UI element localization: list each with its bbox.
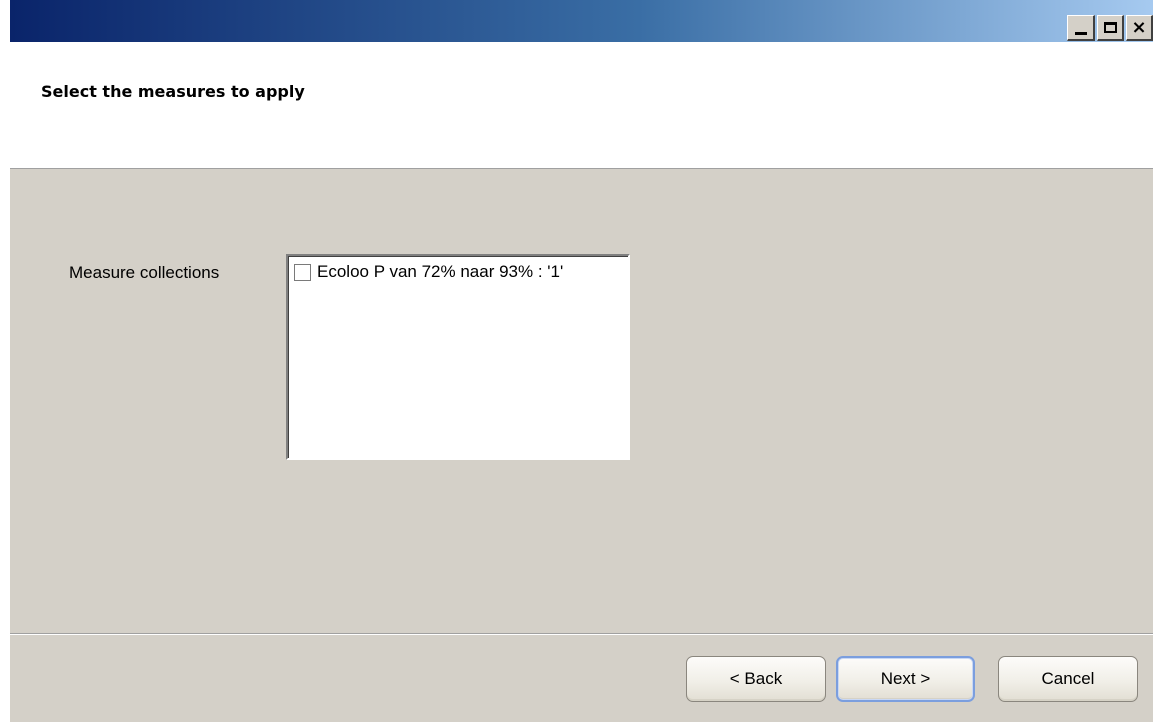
wizard-window: × Select the measures to apply Measure c… xyxy=(0,0,1153,722)
list-item[interactable]: Ecoloo P van 72% naar 93% : '1' xyxy=(294,262,563,282)
page-title: Select the measures to apply xyxy=(41,82,305,101)
measure-checkbox[interactable] xyxy=(294,263,311,281)
measure-collections-listbox[interactable]: Ecoloo P van 72% naar 93% : '1' xyxy=(286,254,630,460)
next-button[interactable]: Next > xyxy=(836,656,975,702)
back-button[interactable]: < Back xyxy=(686,656,826,702)
minimize-icon xyxy=(1074,32,1087,35)
wizard-footer: < Back Next > Cancel xyxy=(10,635,1153,722)
measure-collections-label: Measure collections xyxy=(69,263,220,282)
maximize-icon xyxy=(1103,22,1117,33)
close-button[interactable]: × xyxy=(1126,15,1153,41)
window-left-edge xyxy=(0,0,10,722)
maximize-button[interactable] xyxy=(1097,15,1124,41)
measure-item-label[interactable]: Ecoloo P van 72% naar 93% : '1' xyxy=(317,262,563,282)
title-bar[interactable]: × xyxy=(10,0,1153,42)
close-icon: × xyxy=(1131,16,1147,38)
minimize-button[interactable] xyxy=(1067,15,1095,41)
window-controls: × xyxy=(1067,15,1153,43)
wizard-content: Measure collections Ecoloo P van 72% naa… xyxy=(10,169,1153,633)
cancel-button[interactable]: Cancel xyxy=(998,656,1138,702)
wizard-header: Select the measures to apply xyxy=(10,42,1153,169)
